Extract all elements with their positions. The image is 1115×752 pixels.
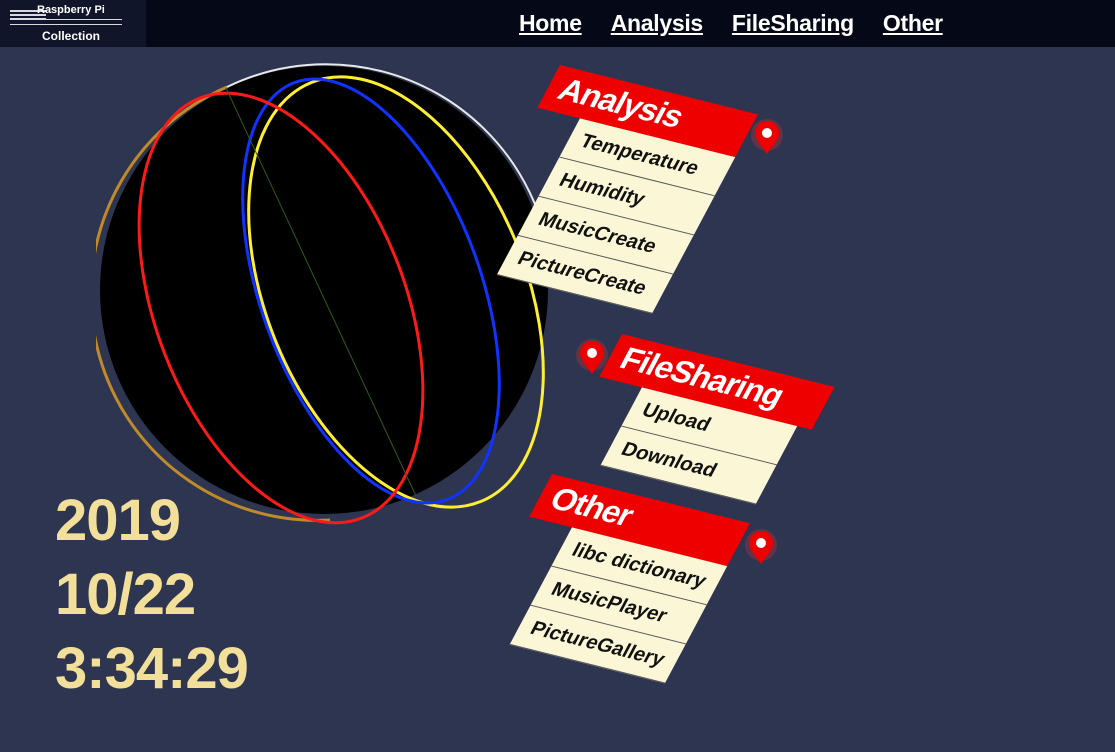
logo-bottom-text: Collection: [42, 29, 101, 43]
nav-link-filesharing[interactable]: FileSharing: [732, 10, 854, 37]
nav-link-analysis[interactable]: Analysis: [611, 10, 704, 37]
site-logo[interactable]: Raspberry Pi Collection: [0, 0, 146, 47]
clock-date: 10/22: [55, 562, 196, 627]
main-nav: Home Analysis FileSharing Other: [519, 10, 972, 37]
logo-top-text: Raspberry Pi: [37, 4, 105, 16]
map-pin-icon: [745, 529, 777, 564]
map-pin-icon: [751, 119, 783, 154]
logo-rule: [10, 24, 122, 25]
map-pin-icon: [576, 339, 608, 374]
globe-body: [100, 66, 548, 514]
clock-time: 3:34:29: [55, 636, 249, 701]
date-time-display: 2019 10/22 3:34:29: [55, 484, 249, 706]
top-bar: Raspberry Pi Collection Home Analysis Fi…: [0, 0, 1115, 47]
nav-link-home[interactable]: Home: [519, 10, 582, 37]
globe-graphic: [96, 63, 552, 525]
clock-year: 2019: [55, 488, 181, 553]
logo-rule: [10, 19, 122, 20]
nav-link-other[interactable]: Other: [883, 10, 943, 37]
